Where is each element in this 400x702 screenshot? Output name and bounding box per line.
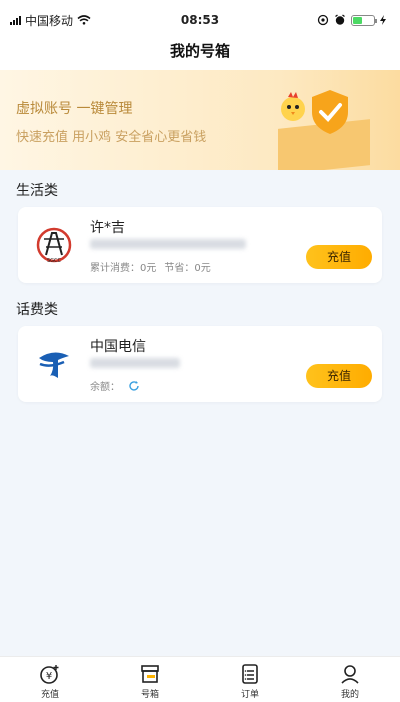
banner-subtitle: 快速充值 用小鸡 安全省心更省钱: [16, 130, 207, 145]
nav-bar: 我的号箱: [0, 40, 400, 70]
tab-profile[interactable]: 我的: [300, 657, 400, 702]
status-right: [317, 14, 386, 26]
balance-meta: 余额：: [90, 378, 140, 393]
battery-icon: [351, 14, 377, 26]
profile-icon: [341, 665, 359, 684]
saved-label: 节省：0元: [164, 263, 211, 274]
banner-title: 虚拟账号 一键管理: [16, 101, 133, 117]
account-name: 许*吉: [90, 220, 125, 236]
chick-mascot-icon: [281, 92, 305, 121]
recharge-icon: ¥: [40, 665, 59, 684]
box-icon: [141, 665, 159, 683]
signal-icon: [10, 15, 21, 25]
charging-icon: [380, 15, 386, 25]
location-lock-icon: [317, 14, 329, 26]
recharge-button-telecom[interactable]: 充值: [306, 364, 372, 388]
svg-text:¥: ¥: [46, 671, 52, 682]
tab-label: 号箱: [140, 690, 159, 700]
balance-label: 余额：: [90, 382, 120, 393]
wifi-icon: [77, 15, 91, 25]
account-card-telecom[interactable]: 中国电信 余额： 充值: [18, 326, 382, 402]
account-meta: 累计消费：0元 节省：0元: [90, 259, 211, 274]
spent-label: 累计消费：0元: [90, 263, 157, 274]
section-title-phone: 话费类: [16, 302, 58, 318]
page-title: 我的号箱: [169, 42, 230, 60]
recharge-button-utility[interactable]: 充值: [306, 245, 372, 269]
account-card-utility[interactable]: SGCC 许*吉 累计消费：0元 节省：0元 充值: [18, 207, 382, 283]
status-left: 中国移动: [10, 12, 91, 29]
shield-icon: [312, 90, 348, 134]
tab-label: 我的: [340, 690, 359, 700]
order-icon: [242, 664, 258, 684]
tab-bar: ¥ 充值 号箱 订单 我的: [0, 656, 400, 702]
carrier-label: 中国移动: [25, 13, 74, 28]
section-title-life: 生活类: [16, 183, 58, 199]
tab-orders[interactable]: 订单: [200, 657, 300, 702]
status-bar: 中国移动 08:53: [0, 0, 400, 40]
tab-label: 充值: [40, 690, 59, 700]
tab-box[interactable]: 号箱: [100, 657, 200, 702]
phone-number-redacted: [90, 358, 180, 368]
account-name: 中国电信: [90, 339, 146, 355]
svg-text:SGCC: SGCC: [47, 258, 62, 264]
power-grid-logo: SGCC: [36, 227, 72, 264]
tab-recharge[interactable]: ¥ 充值: [0, 657, 100, 702]
account-number-redacted: [90, 239, 246, 249]
alarm-icon: [335, 14, 345, 25]
promo-banner[interactable]: 虚拟账号 一键管理 快速充值 用小鸡 安全省心更省钱: [0, 70, 400, 170]
tab-label: 订单: [240, 690, 259, 700]
refresh-icon[interactable]: [128, 380, 140, 392]
china-telecom-logo: [39, 352, 69, 378]
